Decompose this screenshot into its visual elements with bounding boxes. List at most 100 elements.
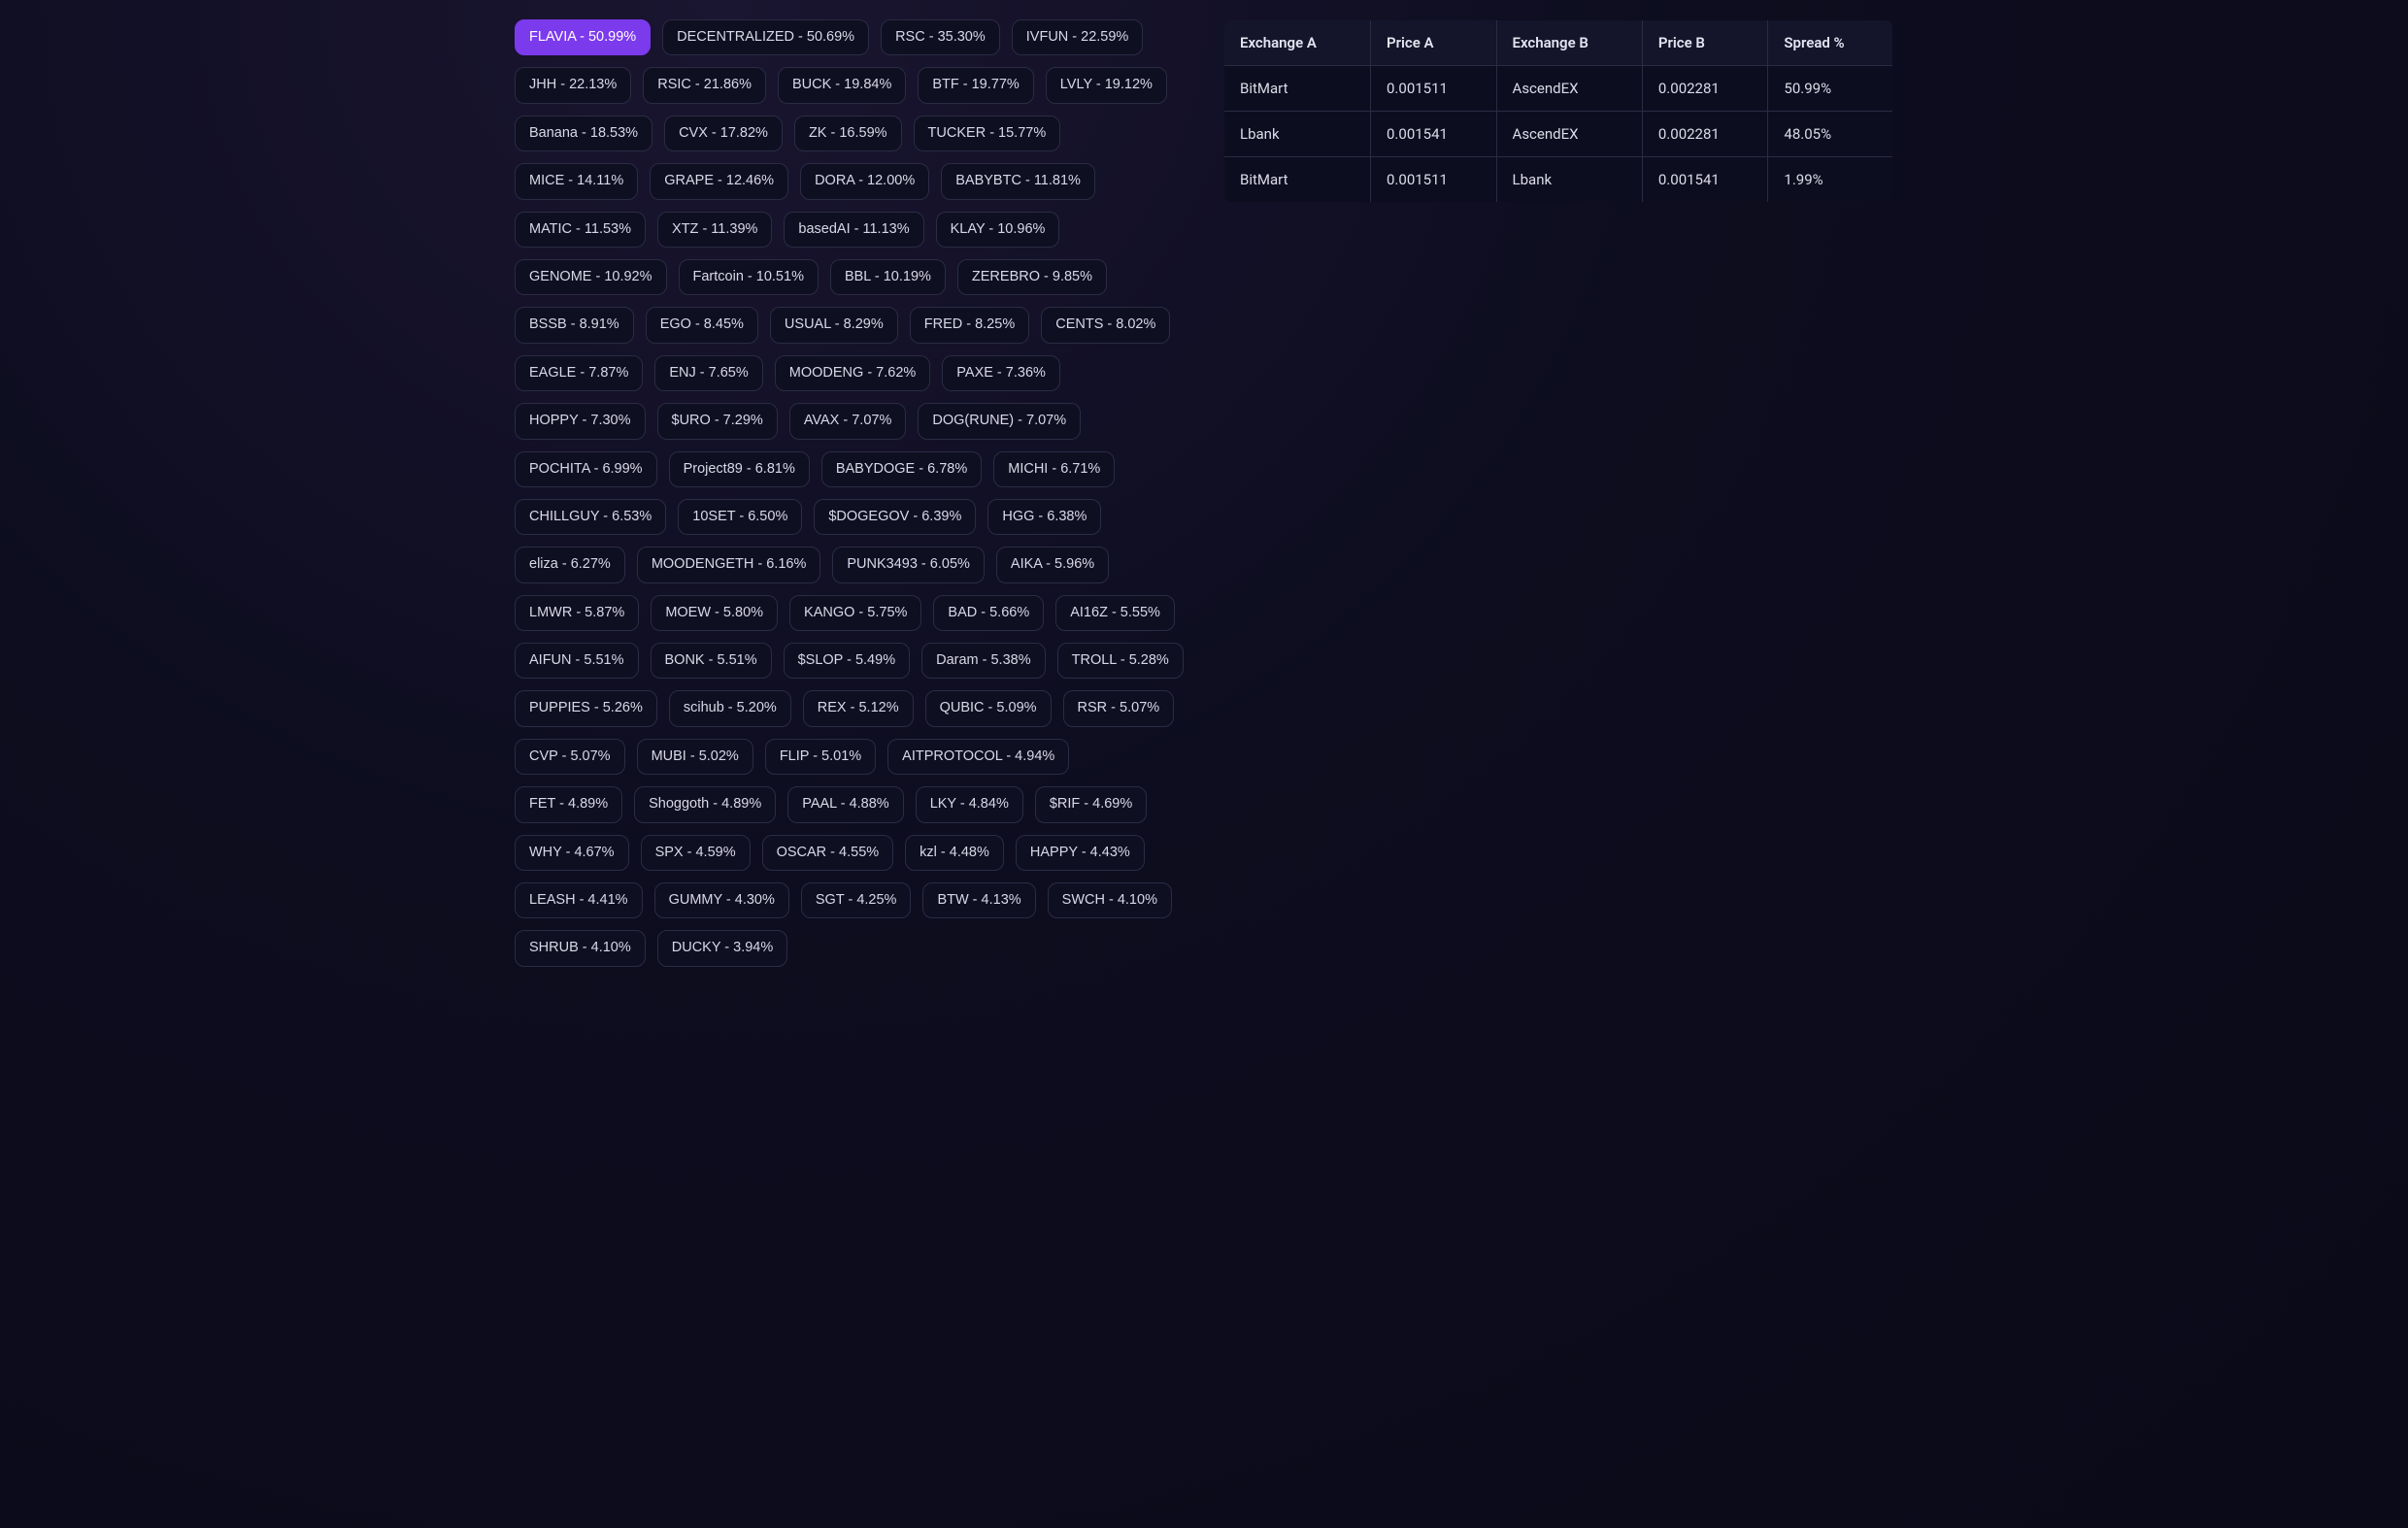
token-chip[interactable]: DOG(RUNE) - 7.07% bbox=[918, 403, 1081, 439]
table-row[interactable]: Lbank0.001541AscendEX0.00228148.05% bbox=[1224, 112, 1893, 157]
token-chip[interactable]: MICE - 14.11% bbox=[515, 163, 638, 199]
token-chip[interactable]: KLAY - 10.96% bbox=[936, 212, 1060, 248]
token-chip[interactable]: EAGLE - 7.87% bbox=[515, 355, 643, 391]
token-chip[interactable]: SHRUB - 4.10% bbox=[515, 930, 646, 966]
token-chip[interactable]: GRAPE - 12.46% bbox=[650, 163, 788, 199]
token-chip[interactable]: DUCKY - 3.94% bbox=[657, 930, 788, 966]
token-chip[interactable]: BTF - 19.77% bbox=[918, 67, 1033, 103]
token-chip[interactable]: GUMMY - 4.30% bbox=[654, 882, 789, 918]
token-chip[interactable]: FRED - 8.25% bbox=[910, 307, 1029, 343]
header-exchange-b: Exchange B bbox=[1496, 20, 1642, 66]
token-chip[interactable]: SGT - 4.25% bbox=[801, 882, 912, 918]
token-chip[interactable]: scihub - 5.20% bbox=[669, 690, 791, 726]
token-chip[interactable]: PAXE - 7.36% bbox=[942, 355, 1060, 391]
token-chip[interactable]: $URO - 7.29% bbox=[657, 403, 778, 439]
header-price-a: Price A bbox=[1371, 20, 1497, 66]
token-chip[interactable]: Fartcoin - 10.51% bbox=[679, 259, 819, 295]
token-chip[interactable]: FLIP - 5.01% bbox=[765, 739, 876, 775]
token-chip[interactable]: RSC - 35.30% bbox=[881, 19, 1000, 55]
token-chip[interactable]: BAD - 5.66% bbox=[933, 595, 1044, 631]
token-chip[interactable]: PAAL - 4.88% bbox=[787, 786, 903, 822]
token-chip[interactable]: kzl - 4.48% bbox=[905, 835, 1004, 871]
table-row[interactable]: BitMart0.001511Lbank0.0015411.99% bbox=[1224, 157, 1893, 203]
token-chip[interactable]: FET - 4.89% bbox=[515, 786, 622, 822]
token-chip[interactable]: LMWR - 5.87% bbox=[515, 595, 639, 631]
token-chip[interactable]: PUNK3493 - 6.05% bbox=[832, 547, 985, 582]
token-chip[interactable]: BUCK - 19.84% bbox=[778, 67, 906, 103]
token-chip[interactable]: AVAX - 7.07% bbox=[789, 403, 907, 439]
token-chip[interactable]: AI16Z - 5.55% bbox=[1055, 595, 1175, 631]
token-chip[interactable]: LVLY - 19.12% bbox=[1046, 67, 1167, 103]
token-chip[interactable]: $DOGEGOV - 6.39% bbox=[814, 499, 976, 535]
token-chip[interactable]: Banana - 18.53% bbox=[515, 116, 652, 151]
token-chip[interactable]: BTW - 4.13% bbox=[922, 882, 1035, 918]
token-chip[interactable]: $RIF - 4.69% bbox=[1035, 786, 1147, 822]
token-chip[interactable]: eliza - 6.27% bbox=[515, 547, 625, 582]
token-chip[interactable]: KANGO - 5.75% bbox=[789, 595, 921, 631]
token-chip[interactable]: LKY - 4.84% bbox=[916, 786, 1023, 822]
token-chip[interactable]: BBL - 10.19% bbox=[830, 259, 946, 295]
token-chip[interactable]: TROLL - 5.28% bbox=[1057, 643, 1184, 679]
token-chip[interactable]: CVP - 5.07% bbox=[515, 739, 625, 775]
token-chip[interactable]: SWCH - 4.10% bbox=[1048, 882, 1172, 918]
token-chip[interactable]: BABYBTC - 11.81% bbox=[941, 163, 1095, 199]
token-chip[interactable]: DORA - 12.00% bbox=[800, 163, 929, 199]
token-chip[interactable]: TUCKER - 15.77% bbox=[914, 116, 1061, 151]
table-panel: Exchange A Price A Exchange B Price B Sp… bbox=[1223, 19, 1893, 967]
token-chip[interactable]: FLAVIA - 50.99% bbox=[515, 19, 651, 55]
token-chip[interactable]: $SLOP - 5.49% bbox=[784, 643, 911, 679]
cell-exchange-a: BitMart bbox=[1224, 157, 1371, 203]
token-chip[interactable]: CHILLGUY - 6.53% bbox=[515, 499, 666, 535]
token-chip[interactable]: HGG - 6.38% bbox=[987, 499, 1101, 535]
token-chip[interactable]: AIKA - 5.96% bbox=[996, 547, 1109, 582]
token-chip[interactable]: AITPROTOCOL - 4.94% bbox=[887, 739, 1069, 775]
token-chip[interactable]: BSSB - 8.91% bbox=[515, 307, 634, 343]
token-chip[interactable]: Daram - 5.38% bbox=[921, 643, 1046, 679]
token-chip[interactable]: LEASH - 4.41% bbox=[515, 882, 643, 918]
token-chip[interactable]: AIFUN - 5.51% bbox=[515, 643, 639, 679]
token-chip[interactable]: basedAI - 11.13% bbox=[784, 212, 923, 248]
table-row[interactable]: BitMart0.001511AscendEX0.00228150.99% bbox=[1224, 66, 1893, 112]
token-chip[interactable]: XTZ - 11.39% bbox=[657, 212, 772, 248]
token-chip[interactable]: HOPPY - 7.30% bbox=[515, 403, 646, 439]
token-chip[interactable]: ZEREBRO - 9.85% bbox=[957, 259, 1107, 295]
token-chip[interactable]: BABYDOGE - 6.78% bbox=[821, 451, 982, 487]
token-chip[interactable]: PUPPIES - 5.26% bbox=[515, 690, 657, 726]
token-chip[interactable]: MUBI - 5.02% bbox=[637, 739, 753, 775]
token-chip[interactable]: OSCAR - 4.55% bbox=[762, 835, 894, 871]
token-chip[interactable]: 10SET - 6.50% bbox=[678, 499, 802, 535]
token-chip[interactable]: BONK - 5.51% bbox=[651, 643, 772, 679]
token-chip[interactable]: Project89 - 6.81% bbox=[669, 451, 810, 487]
token-chip[interactable]: IVFUN - 22.59% bbox=[1012, 19, 1144, 55]
token-chip[interactable]: MICHI - 6.71% bbox=[993, 451, 1115, 487]
token-chip[interactable]: CENTS - 8.02% bbox=[1041, 307, 1170, 343]
token-chip[interactable]: QUBIC - 5.09% bbox=[925, 690, 1052, 726]
token-chip[interactable]: EGO - 8.45% bbox=[646, 307, 758, 343]
token-chip[interactable]: SPX - 4.59% bbox=[641, 835, 751, 871]
token-chip[interactable]: GENOME - 10.92% bbox=[515, 259, 667, 295]
token-chip[interactable]: HAPPY - 4.43% bbox=[1016, 835, 1145, 871]
token-chip[interactable]: MATIC - 11.53% bbox=[515, 212, 646, 248]
token-chip[interactable]: POCHITA - 6.99% bbox=[515, 451, 657, 487]
token-chip[interactable]: DECENTRALIZED - 50.69% bbox=[662, 19, 869, 55]
cell-exchange-b: AscendEX bbox=[1496, 112, 1642, 157]
token-chip[interactable]: USUAL - 8.29% bbox=[770, 307, 898, 343]
token-chip[interactable]: ENJ - 7.65% bbox=[654, 355, 762, 391]
token-chip[interactable]: ZK - 16.59% bbox=[794, 116, 902, 151]
main-container: FLAVIA - 50.99% DECENTRALIZED - 50.69% RSC… bbox=[515, 19, 1893, 967]
token-chip[interactable]: Shoggoth - 4.89% bbox=[634, 786, 776, 822]
token-chip[interactable]: JHH - 22.13% bbox=[515, 67, 631, 103]
token-chip[interactable]: MOEW - 5.80% bbox=[651, 595, 778, 631]
token-chip[interactable]: MOODENG - 7.62% bbox=[775, 355, 931, 391]
token-chip[interactable]: CVX - 17.82% bbox=[664, 116, 783, 151]
cell-spread: 48.05% bbox=[1768, 112, 1893, 157]
spread-table: Exchange A Price A Exchange B Price B Sp… bbox=[1223, 19, 1893, 203]
header-price-b: Price B bbox=[1642, 20, 1768, 66]
token-chip[interactable]: MOODENGETH - 6.16% bbox=[637, 547, 821, 582]
token-chip[interactable]: RSIC - 21.86% bbox=[643, 67, 766, 103]
token-chip[interactable]: REX - 5.12% bbox=[803, 690, 914, 726]
token-chip[interactable]: RSR - 5.07% bbox=[1063, 690, 1175, 726]
cell-price-b: 0.001541 bbox=[1642, 157, 1768, 203]
cell-exchange-b: Lbank bbox=[1496, 157, 1642, 203]
token-chip[interactable]: WHY - 4.67% bbox=[515, 835, 629, 871]
